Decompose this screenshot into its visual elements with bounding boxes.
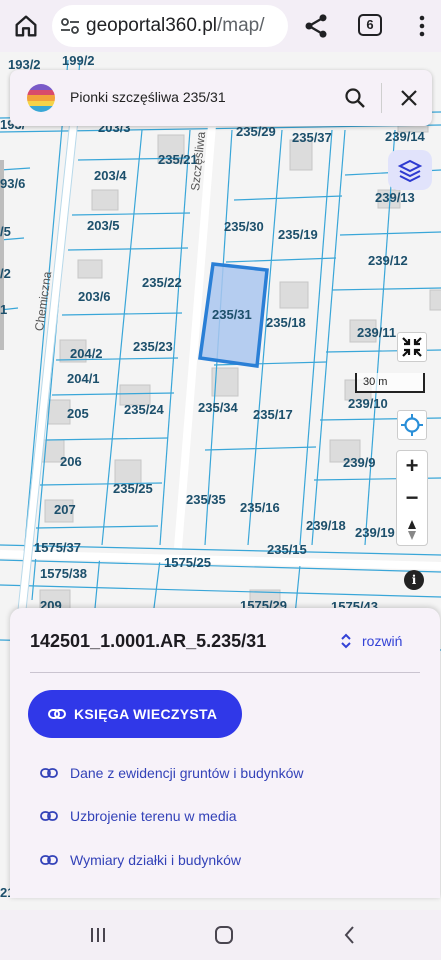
parcel-label: 203/4 bbox=[94, 168, 127, 183]
parcel-label: /5 bbox=[0, 224, 11, 239]
parcel-label: 206 bbox=[60, 454, 82, 469]
parcel-label: 235/30 bbox=[224, 219, 264, 234]
zoom-controls: + − bbox=[396, 450, 428, 546]
tune-icon[interactable] bbox=[60, 17, 80, 35]
link-dimensions[interactable]: Wymiary działki i budynków bbox=[40, 849, 241, 871]
zoom-out-icon[interactable]: − bbox=[397, 483, 427, 515]
parcel-label: 239/12 bbox=[368, 253, 408, 268]
parcel-id: 142501_1.0001.AR_5.235/31 bbox=[30, 631, 267, 651]
parcel-label: 235/35 bbox=[186, 492, 226, 507]
recents-icon[interactable] bbox=[86, 923, 110, 947]
parcel-label: 235/37 bbox=[292, 130, 332, 145]
close-icon[interactable] bbox=[398, 87, 420, 109]
search-card[interactable]: Pionki szczęśliwa 235/31 bbox=[10, 70, 432, 126]
land-register-label: KSIĘGA WIECZYSTA bbox=[74, 706, 218, 722]
layers-icon bbox=[397, 159, 423, 183]
parcel-label: 204/1 bbox=[67, 371, 100, 386]
url-path: /map/ bbox=[217, 15, 265, 36]
parcel-label: 93/6 bbox=[0, 176, 26, 191]
locate-icon bbox=[401, 414, 423, 436]
parcel-label: 235/34 bbox=[198, 400, 238, 415]
parcel-label: 207 bbox=[54, 502, 76, 517]
more-vert-icon[interactable] bbox=[414, 12, 430, 40]
parcel-label: 235/17 bbox=[253, 407, 293, 422]
parcel-label: 235/19 bbox=[278, 227, 318, 242]
parcel-label: 235/24 bbox=[124, 402, 164, 417]
layers-button[interactable] bbox=[388, 150, 432, 190]
parcel-label: 239/14 bbox=[385, 129, 425, 144]
locate-button[interactable] bbox=[397, 410, 427, 440]
link-label: Dane z ewidencji gruntów i budynków bbox=[70, 765, 304, 781]
parcel-label: 235/25 bbox=[113, 481, 153, 496]
parcel-label: 203/5 bbox=[87, 218, 120, 233]
link-utilities[interactable]: Uzbrojenie terenu w media bbox=[40, 805, 237, 827]
parcel-label: 1575/38 bbox=[40, 566, 87, 581]
parcel-label: 235/18 bbox=[266, 315, 306, 330]
parcel-label: 1 bbox=[0, 302, 8, 317]
collapse-button[interactable] bbox=[397, 332, 427, 362]
parcel-label: 239/9 bbox=[343, 455, 376, 470]
home-nav-icon[interactable] bbox=[212, 923, 236, 947]
scale-bar: 30 m bbox=[355, 373, 425, 393]
search-icon[interactable] bbox=[343, 86, 367, 110]
parcel-label: 239/18 bbox=[306, 518, 346, 533]
search-query-text[interactable]: Pionki szczęśliwa 235/31 bbox=[70, 89, 226, 105]
app-root: geoportal360.pl/map/ 6 199/2 193/2 203/3… bbox=[0, 0, 441, 960]
link-label: Wymiary działki i budynków bbox=[70, 852, 242, 868]
parcel-label: 235/16 bbox=[240, 500, 280, 515]
link-label: Uzbrojenie terenu w media bbox=[70, 808, 237, 824]
parcel-label: /2 bbox=[0, 266, 11, 281]
collapse-icon bbox=[402, 337, 422, 357]
system-nav-bar bbox=[0, 910, 441, 960]
parcel-label: 239/19 bbox=[355, 525, 395, 540]
share-icon[interactable] bbox=[302, 12, 330, 40]
parcel-label: 235/23 bbox=[133, 339, 173, 354]
zoom-in-icon[interactable]: + bbox=[397, 451, 427, 483]
url-text: geoportal360.pl/map/ bbox=[86, 15, 265, 37]
parcel-details-sheet: 142501_1.0001.AR_5.235/31 rozwiń KSIĘGA … bbox=[10, 608, 440, 898]
link-cadastre-data[interactable]: Dane z ewidencji gruntów i budynków bbox=[40, 762, 303, 784]
expand-button[interactable]: rozwiń bbox=[340, 630, 402, 652]
link-icon bbox=[40, 855, 58, 865]
browser-toolbar: geoportal360.pl/map/ 6 bbox=[0, 0, 441, 52]
address-bar[interactable]: geoportal360.pl/map/ bbox=[52, 5, 288, 47]
link-icon bbox=[40, 811, 58, 821]
parcel-label: 204/2 bbox=[70, 346, 103, 361]
compass-icon[interactable] bbox=[397, 515, 427, 547]
sheet-divider bbox=[30, 672, 420, 673]
selected-parcel-label: 235/31 bbox=[212, 307, 252, 322]
geoportal-logo bbox=[27, 84, 55, 112]
link-icon bbox=[48, 709, 66, 719]
parcel-label: 203/6 bbox=[78, 289, 111, 304]
parcel-label: 1575/25 bbox=[164, 555, 211, 570]
parcel-label: 235/15 bbox=[267, 542, 307, 557]
parcel-label: 1575/37 bbox=[34, 540, 81, 555]
parcel-label: 239/13 bbox=[375, 190, 415, 205]
land-register-button[interactable]: KSIĘGA WIECZYSTA bbox=[28, 690, 242, 738]
parcel-label: 235/22 bbox=[142, 275, 182, 290]
chevron-updown-icon bbox=[341, 633, 351, 649]
tab-switcher-button[interactable]: 6 bbox=[358, 14, 382, 36]
parcel-label: 235/29 bbox=[236, 124, 276, 139]
url-domain: geoportal360.pl bbox=[86, 15, 217, 36]
back-icon[interactable] bbox=[338, 923, 362, 947]
info-icon[interactable]: i bbox=[404, 570, 424, 590]
parcel-label: 239/11 bbox=[357, 325, 397, 340]
link-icon bbox=[40, 768, 58, 778]
parcel-label: 205 bbox=[67, 406, 89, 421]
search-divider bbox=[381, 83, 382, 113]
parcel-label: 199/2 bbox=[62, 53, 95, 68]
parcel-label: 239/10 bbox=[348, 396, 388, 411]
home-icon[interactable] bbox=[12, 12, 40, 40]
expand-label: rozwiń bbox=[362, 633, 403, 649]
